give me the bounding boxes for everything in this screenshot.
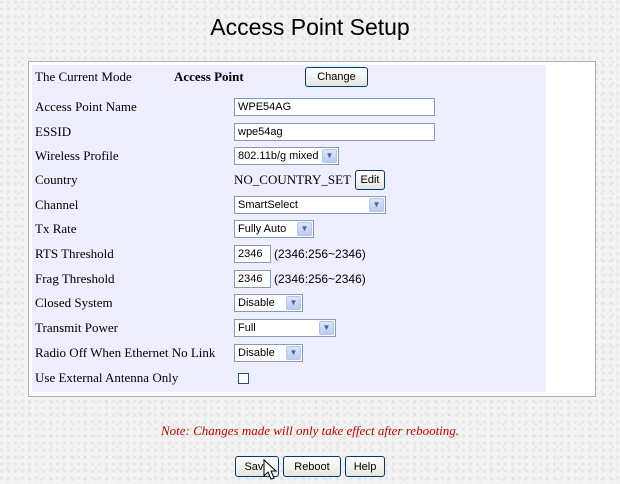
country-edit-button[interactable]: Edit bbox=[355, 170, 386, 190]
mode-value: Access Point bbox=[174, 69, 244, 84]
chevron-down-icon[interactable]: ▼ bbox=[286, 346, 301, 360]
tx-rate-label: Tx Rate bbox=[35, 221, 77, 236]
essid-label: ESSID bbox=[35, 124, 72, 139]
chevron-down-icon[interactable]: ▼ bbox=[322, 149, 337, 163]
radio-off-label: Radio Off When Ethernet No Link bbox=[35, 345, 216, 360]
transmit-power-row: Transmit Power Full ▼ bbox=[35, 316, 535, 340]
radio-off-row: Radio Off When Ethernet No Link Disable … bbox=[35, 341, 535, 365]
transmit-power-label: Transmit Power bbox=[35, 320, 118, 335]
mode-row: The Current Mode Access Point Change bbox=[35, 65, 535, 89]
mode-label: The Current Mode bbox=[35, 69, 132, 84]
chevron-down-icon[interactable]: ▼ bbox=[369, 198, 384, 212]
channel-select[interactable]: SmartSelect ▼ bbox=[234, 196, 386, 214]
wireless-profile-select[interactable]: 802.11b/g mixed ▼ bbox=[234, 147, 339, 165]
chevron-down-icon[interactable]: ▼ bbox=[319, 321, 334, 335]
rts-threshold-row: RTS Threshold 2346 (2346:256~2346) bbox=[35, 242, 535, 266]
rts-threshold-range: (2346:256~2346) bbox=[274, 247, 366, 261]
help-button[interactable]: Help bbox=[345, 456, 385, 477]
mouse-pointer-icon bbox=[263, 459, 278, 480]
action-buttons: Save Reboot Help bbox=[0, 456, 620, 477]
ap-name-row: Access Point Name WPE54AG bbox=[35, 95, 535, 119]
page-title: Access Point Setup bbox=[210, 14, 410, 40]
essid-row: ESSID wpe54ag bbox=[35, 120, 535, 144]
channel-label: Channel bbox=[35, 197, 79, 212]
country-label: Country bbox=[35, 172, 78, 187]
settings-panel: The Current Mode Access Point Change Acc… bbox=[28, 61, 596, 397]
closed-system-select[interactable]: Disable ▼ bbox=[234, 294, 303, 312]
radio-off-selected: Disable bbox=[238, 347, 275, 359]
transmit-power-selected: Full bbox=[238, 322, 256, 334]
ap-name-label: Access Point Name bbox=[35, 99, 137, 114]
channel-selected: SmartSelect bbox=[238, 199, 298, 211]
essid-input[interactable]: wpe54ag bbox=[234, 123, 435, 141]
external-antenna-label: Use External Antenna Only bbox=[35, 370, 179, 385]
reboot-note: Note: Changes made will only take effect… bbox=[160, 423, 460, 438]
ap-name-input[interactable]: WPE54AG bbox=[234, 98, 435, 116]
rts-threshold-input[interactable]: 2346 bbox=[234, 245, 271, 263]
reboot-button[interactable]: Reboot bbox=[283, 456, 341, 477]
closed-system-row: Closed System Disable ▼ bbox=[35, 291, 535, 315]
tx-rate-row: Tx Rate Fully Auto ▼ bbox=[35, 217, 535, 241]
wireless-profile-row: Wireless Profile 802.11b/g mixed ▼ bbox=[35, 144, 535, 168]
change-mode-button[interactable]: Change bbox=[305, 67, 368, 87]
country-value: NO_COUNTRY_SET bbox=[234, 172, 352, 187]
frag-threshold-label: Frag Threshold bbox=[35, 271, 115, 286]
chevron-down-icon[interactable]: ▼ bbox=[286, 296, 301, 310]
closed-system-label: Closed System bbox=[35, 295, 113, 310]
country-row: Country NO_COUNTRY_SET Edit bbox=[35, 168, 535, 192]
frag-threshold-row: Frag Threshold 2346 (2346:256~2346) bbox=[35, 267, 535, 291]
external-antenna-row: Use External Antenna Only bbox=[35, 366, 535, 390]
chevron-down-icon[interactable]: ▼ bbox=[297, 222, 312, 236]
channel-row: Channel SmartSelect ▼ bbox=[35, 193, 535, 217]
tx-rate-selected: Fully Auto bbox=[238, 223, 287, 235]
tx-rate-select[interactable]: Fully Auto ▼ bbox=[234, 220, 314, 238]
transmit-power-select[interactable]: Full ▼ bbox=[234, 319, 336, 337]
external-antenna-checkbox[interactable] bbox=[238, 372, 249, 384]
frag-threshold-input[interactable]: 2346 bbox=[234, 270, 271, 288]
wireless-profile-selected: 802.11b/g mixed bbox=[238, 150, 319, 162]
frag-threshold-range: (2346:256~2346) bbox=[274, 272, 366, 286]
rts-threshold-label: RTS Threshold bbox=[35, 246, 114, 261]
radio-off-select[interactable]: Disable ▼ bbox=[234, 344, 303, 362]
closed-system-selected: Disable bbox=[238, 297, 275, 309]
wireless-profile-label: Wireless Profile bbox=[35, 148, 119, 163]
